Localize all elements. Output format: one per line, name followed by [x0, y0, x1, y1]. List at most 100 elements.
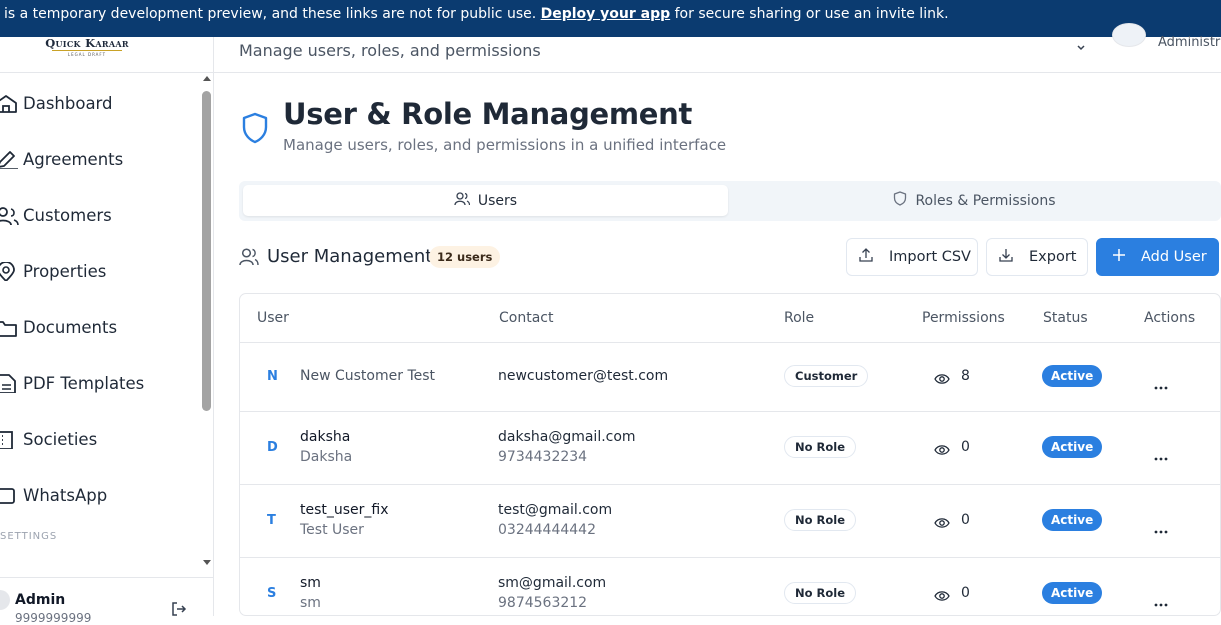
- table-row[interactable]: T test_user_fix Test User test@gmail.com…: [240, 485, 1220, 558]
- add-user-label: Add User: [1141, 249, 1207, 265]
- sidebar-item-label: WhatsApp: [23, 485, 108, 505]
- column-header-actions: Actions: [1144, 310, 1196, 326]
- tab-users[interactable]: Users: [243, 185, 728, 216]
- table-row[interactable]: S sm sm sm@gmail.com 9874563212 No Role …: [240, 558, 1220, 615]
- role-badge: No Role: [784, 509, 857, 531]
- eye-icon[interactable]: [934, 441, 950, 460]
- pen-icon: [0, 149, 22, 169]
- user-initial: T: [267, 513, 276, 528]
- users-icon: [454, 191, 478, 210]
- user-email: newcustomer@test.com: [498, 368, 669, 384]
- user-phone: 03244444442: [498, 522, 596, 538]
- sidebar-item-dashboard[interactable]: Dashboard: [0, 83, 198, 123]
- user-name: New Customer Test: [300, 368, 436, 384]
- chevron-down-icon[interactable]: [1076, 37, 1086, 56]
- sidebar-item-pdf-templates[interactable]: PDF Templates: [0, 363, 198, 403]
- user-initial: S: [267, 586, 277, 601]
- tab-label: Roles & Permissions: [915, 192, 1056, 209]
- message-icon: [0, 485, 22, 505]
- more-actions-icon[interactable]: [1154, 592, 1168, 611]
- sidebar-item-label: Agreements: [23, 149, 124, 169]
- sidebar-item-label: Customers: [23, 205, 112, 225]
- sidebar-item-label: Documents: [23, 317, 118, 337]
- deploy-link[interactable]: Deploy your app: [541, 6, 671, 22]
- user-email: test@gmail.com: [498, 502, 613, 518]
- sidebar-item-whatsapp[interactable]: WhatsApp: [0, 475, 198, 515]
- more-actions-icon[interactable]: [1154, 375, 1168, 394]
- eye-icon[interactable]: [934, 514, 950, 533]
- sidebar-item-label: Dashboard: [23, 93, 113, 113]
- banner-text-after: for secure sharing or use an invite link…: [670, 6, 949, 22]
- user-name: sm: [300, 575, 321, 591]
- role-badge: Customer: [784, 365, 869, 387]
- status-badge: Active: [1042, 582, 1103, 604]
- tab-roles-permissions[interactable]: Roles & Permissions: [732, 185, 1217, 216]
- more-actions-icon[interactable]: [1154, 446, 1168, 465]
- status-badge: Active: [1042, 509, 1103, 531]
- scroll-up-arrow-icon[interactable]: [203, 76, 211, 81]
- user-role: Administrator: [1158, 35, 1221, 50]
- column-header-role: Role: [784, 310, 815, 326]
- tab-label: Users: [477, 192, 518, 209]
- user-initial: N: [267, 369, 278, 384]
- logo[interactable]: Quick Karaar LEGAL DRAFT: [44, 37, 130, 59]
- permission-count: 0: [961, 439, 970, 455]
- home-icon: [0, 93, 22, 113]
- sidebar-item-societies[interactable]: Societies: [0, 419, 198, 459]
- folder-icon: [0, 317, 22, 337]
- user-email: daksha@gmail.com: [498, 429, 636, 445]
- user-initial: D: [267, 440, 278, 455]
- sidebar-section-label: SETTINGS: [0, 531, 58, 542]
- export-button[interactable]: Export: [986, 238, 1088, 276]
- export-label: Export: [1029, 249, 1077, 265]
- scroll-down-arrow-icon[interactable]: [203, 560, 211, 565]
- map-pin-icon: [0, 261, 22, 281]
- shield-icon: [893, 191, 915, 210]
- user-display-name: Daksha: [300, 449, 353, 465]
- user-display-name: sm: [300, 595, 321, 611]
- import-csv-button[interactable]: Import CSV: [846, 238, 978, 276]
- avatar[interactable]: [1112, 23, 1146, 47]
- users-icon: [0, 205, 22, 225]
- eye-icon[interactable]: [934, 587, 950, 606]
- sidebar-item-customers[interactable]: Customers: [0, 195, 198, 235]
- more-actions-icon[interactable]: [1154, 519, 1168, 538]
- users-icon: [239, 248, 259, 270]
- user-count-badge: 12 users: [429, 246, 501, 268]
- permission-count: 0: [961, 512, 970, 528]
- sidebar-item-documents[interactable]: Documents: [0, 307, 198, 347]
- status-badge: Active: [1042, 365, 1103, 387]
- sidebar-item-label: Properties: [23, 261, 107, 281]
- sidebar-item-agreements[interactable]: Agreements: [0, 139, 198, 179]
- import-label: Import CSV: [889, 249, 971, 265]
- table-row[interactable]: D daksha Daksha daksha@gmail.com 9734432…: [240, 412, 1220, 485]
- sidebar-scrollbar[interactable]: [200, 74, 213, 566]
- preview-banner: is a temporary development preview, and …: [0, 0, 1221, 37]
- user-name: Admin: [15, 592, 66, 608]
- top-bar: Manage users, roles, and permissions Adm…: [214, 23, 1221, 73]
- eye-icon[interactable]: [934, 370, 950, 389]
- avatar: [0, 590, 10, 610]
- role-badge: No Role: [784, 436, 857, 458]
- user-phone: 9999999999: [15, 611, 92, 625]
- add-user-button[interactable]: Add User: [1096, 238, 1219, 276]
- tab-list: Users Roles & Permissions: [239, 181, 1221, 221]
- scroll-thumb[interactable]: [202, 91, 211, 411]
- building-icon: [0, 429, 22, 449]
- user-phone: 9734432234: [498, 449, 588, 465]
- table-row[interactable]: N New Customer Test newcustomer@test.com…: [240, 343, 1220, 412]
- user-name: test_user_fix: [300, 502, 389, 518]
- column-header-status: Status: [1043, 310, 1088, 326]
- permission-count: 0: [961, 585, 970, 601]
- sidebar-item-properties[interactable]: Properties: [0, 251, 198, 291]
- column-header-user: User: [257, 310, 289, 326]
- banner-text: is a temporary development preview, and …: [4, 6, 541, 22]
- sidebar-user: Admin 9999999999: [0, 577, 213, 625]
- logout-icon[interactable]: [171, 601, 187, 621]
- sidebar-item-label: PDF Templates: [23, 373, 145, 393]
- top-bar-subtitle: Manage users, roles, and permissions: [239, 41, 541, 60]
- download-icon: [987, 248, 1029, 266]
- permission-count: 8: [961, 368, 970, 384]
- logo-subtext: LEGAL DRAFT: [67, 52, 107, 57]
- status-badge: Active: [1042, 436, 1103, 458]
